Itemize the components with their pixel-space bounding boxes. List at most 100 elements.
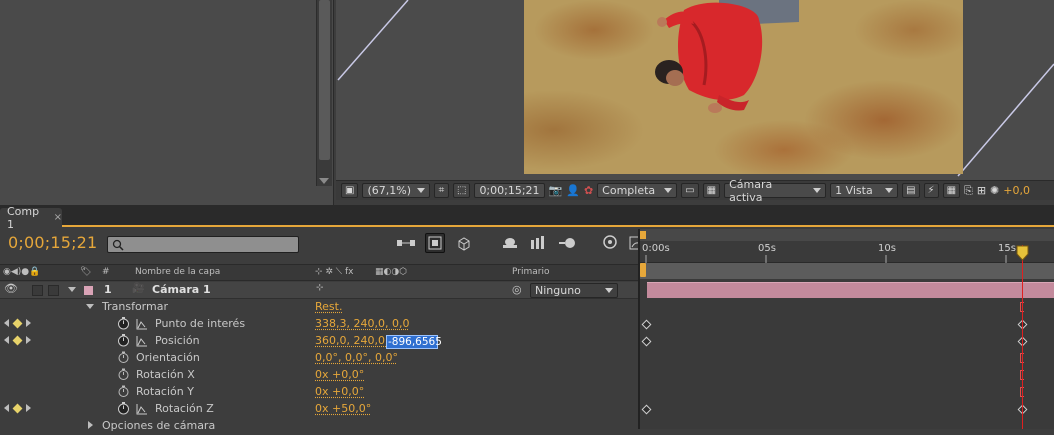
active-camera-dropdown[interactable]: Cámara activa (724, 183, 826, 198)
lock-toggle[interactable] (48, 285, 59, 296)
rotation-x-value[interactable]: 0x +0,0° (315, 368, 364, 381)
stopwatch-icon[interactable] (117, 351, 130, 364)
composition-frame[interactable] (524, 0, 963, 174)
brainstorm-icon[interactable] (600, 233, 620, 253)
orientation-value[interactable]: 0,0°, 0,0°, 0,0° (315, 351, 398, 364)
camera-options-group-row[interactable]: Opciones de cámara (0, 418, 638, 435)
chevron-down-icon (885, 188, 893, 193)
graph-toggle-icon[interactable] (136, 335, 148, 347)
snapshot-camera-icon[interactable]: 📷 (549, 184, 563, 197)
time-navigator[interactable] (640, 229, 1054, 241)
layer-color-label[interactable] (84, 286, 93, 295)
toggle-pixel-aspect-icon[interactable]: ▤ (902, 183, 919, 198)
column-switch-icons[interactable]: ▦◐◑⬡ (375, 267, 407, 277)
stopwatch-icon[interactable] (117, 402, 130, 415)
work-area-bar[interactable] (640, 263, 1054, 279)
resolution-dropdown[interactable]: Completa (597, 183, 677, 198)
keyframe-navigator[interactable] (4, 336, 31, 344)
tab-comp-1[interactable]: Comp 1 × (0, 208, 62, 227)
stopwatch-icon[interactable] (117, 317, 130, 330)
stopwatch-icon[interactable] (117, 368, 130, 381)
scrollbar-thumb[interactable] (319, 0, 330, 160)
frame-blending-icon[interactable] (529, 233, 549, 253)
work-area-start-handle[interactable] (640, 263, 646, 277)
transparency-grid-icon[interactable]: ▦ (703, 183, 720, 198)
next-keyframe-icon[interactable] (26, 319, 31, 327)
property-row-rotation-z[interactable]: Rotación Z 0x +50,0° (0, 401, 638, 418)
graph-toggle-icon[interactable] (136, 403, 148, 415)
position-z-edit-field[interactable]: -896,6565 (386, 335, 438, 349)
prev-keyframe-icon[interactable] (4, 404, 9, 412)
expand-camera-options-icon[interactable] (88, 421, 93, 429)
comp-mini-flowchart-icon[interactable] (396, 233, 416, 253)
column-parent[interactable]: Primario (512, 267, 549, 277)
prev-keyframe-icon[interactable] (4, 336, 9, 344)
property-row-position[interactable]: Posición 360,0, 240,0, (0, 333, 638, 350)
title-action-safe-icon[interactable]: ⌗ (434, 183, 449, 198)
always-preview-icon[interactable]: ▣ (341, 183, 358, 198)
magnification-dropdown[interactable]: (67,1%) (362, 183, 430, 198)
draft-3d-icon[interactable] (454, 233, 474, 253)
graph-toggle-icon[interactable] (136, 318, 148, 330)
av-features-icon[interactable]: ◉◀)●🔒 (3, 267, 40, 277)
position-value-xy[interactable]: 360,0, 240,0, (315, 334, 388, 347)
rotation-z-value[interactable]: 0x +50,0° (315, 402, 371, 415)
motion-blur-icon[interactable] (558, 233, 578, 253)
comp-flowchart-icon[interactable]: ⎘ (964, 184, 973, 198)
property-row-rotation-x[interactable]: Rotación X 0x +0,0° (0, 367, 638, 384)
layer-row-camera-1[interactable]: 👁 1 🎥 Cámara 1 ⊹ ◎ Ninguno (0, 282, 638, 299)
search-input[interactable] (107, 236, 299, 253)
property-row-point-of-interest[interactable]: Punto de interés 338,3, 240,0, 0,0 (0, 316, 638, 333)
stopwatch-icon[interactable] (117, 385, 130, 398)
keyframe-navigator[interactable] (4, 319, 31, 327)
add-keyframe-icon[interactable] (13, 318, 23, 328)
expand-layer-icon[interactable] (68, 287, 76, 292)
navigator-start-handle[interactable] (640, 231, 646, 239)
prev-keyframe-icon[interactable] (4, 319, 9, 327)
region-of-interest-icon[interactable]: ▭ (681, 183, 698, 198)
parent-dropdown[interactable]: Ninguno (530, 283, 618, 298)
property-row-rotation-y[interactable]: Rotación Y 0x +0,0° (0, 384, 638, 401)
solo-toggle[interactable] (32, 285, 43, 296)
column-switches[interactable]: ⊹ ✲ ⟍ fx (315, 267, 353, 277)
project-panel-scrollbar[interactable] (316, 0, 332, 186)
add-keyframe-icon[interactable] (13, 403, 23, 413)
project-panel (0, 0, 334, 205)
label-column-icon[interactable]: 🏷 (80, 267, 91, 277)
scroll-down-arrow-icon[interactable] (319, 178, 329, 184)
column-layer-name[interactable]: Nombre de la capa (135, 267, 220, 277)
next-keyframe-icon[interactable] (26, 404, 31, 412)
current-time-indicator-head[interactable] (1016, 245, 1029, 261)
next-keyframe-icon[interactable] (26, 336, 31, 344)
expand-transform-icon[interactable] (86, 304, 94, 309)
transform-group-row[interactable]: Transformar Rest. (0, 299, 638, 316)
time-ruler[interactable]: 0:00s 05s 10s 15s (640, 241, 1054, 263)
pick-whip-icon[interactable]: ◎ (512, 283, 522, 296)
eye-visibility-icon[interactable]: 👁 (4, 282, 18, 295)
point-of-interest-value[interactable]: 338,3, 240,0, 0,0 (315, 317, 409, 330)
timeline-icon[interactable]: ▦ (943, 183, 960, 198)
rotation-y-value[interactable]: 0x +0,0° (315, 385, 364, 398)
property-row-orientation[interactable]: Orientación 0,0°, 0,0°, 0,0° (0, 350, 638, 367)
show-snapshot-icon[interactable]: 👤 (566, 184, 580, 197)
exposure-value[interactable]: +0,0 (1003, 184, 1030, 197)
shy-switch-icon[interactable]: ⊹ (316, 283, 324, 293)
add-keyframe-icon[interactable] (13, 335, 23, 345)
layer-name[interactable]: Cámara 1 (152, 283, 211, 296)
rgb-channels-icon[interactable]: ✿ (584, 184, 593, 197)
close-icon[interactable]: × (54, 212, 62, 223)
view-layout-dropdown[interactable]: 1 Vista (830, 183, 898, 198)
reset-exposure-icon[interactable]: ✺ (990, 184, 999, 197)
reset-transform-link[interactable]: Rest. (315, 300, 342, 313)
layer-duration-bar[interactable] (647, 282, 1054, 298)
fast-previews-icon[interactable]: ⚡ (924, 183, 939, 198)
current-time-indicator-line[interactable] (1022, 245, 1023, 429)
timeline-current-time[interactable]: 0;00;15;21 (8, 233, 97, 252)
flowchart-icon[interactable]: ⊞ (977, 184, 986, 197)
keyframe-navigator[interactable] (4, 404, 31, 412)
live-update-icon[interactable] (425, 233, 445, 253)
mask-visibility-icon[interactable]: ⬚ (453, 183, 470, 198)
shy-layers-icon[interactable] (500, 233, 520, 253)
current-time-field[interactable]: 0;00;15;21 (474, 183, 544, 198)
stopwatch-icon[interactable] (117, 334, 130, 347)
